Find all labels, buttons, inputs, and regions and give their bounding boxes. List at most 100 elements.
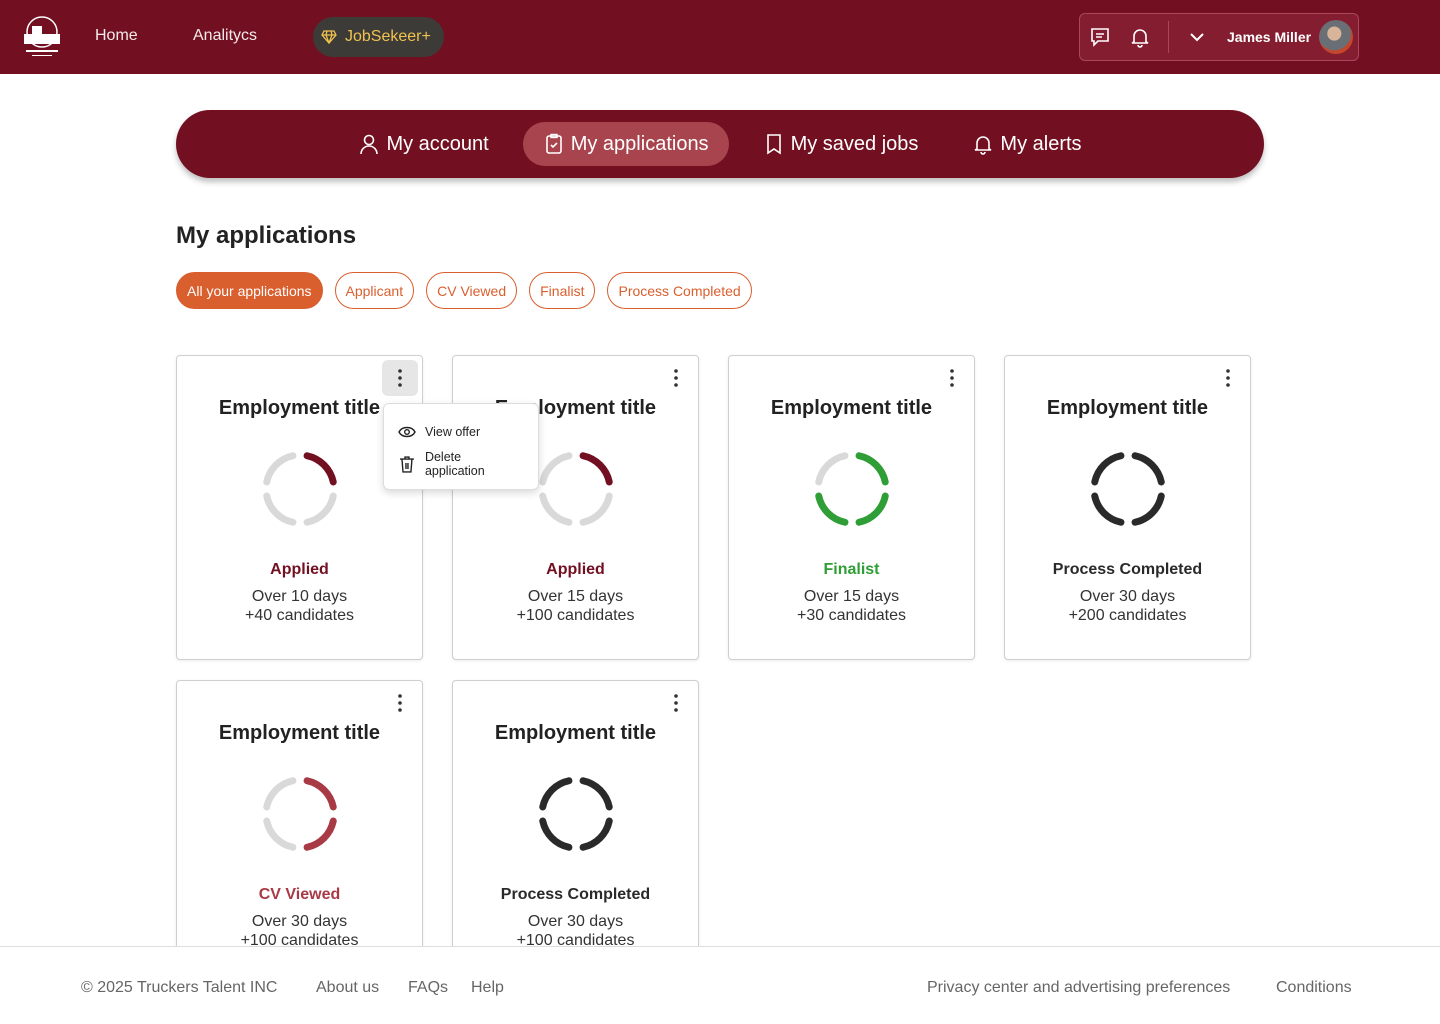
kebab-icon	[1226, 369, 1230, 387]
card-status: Process Completed	[1005, 561, 1250, 579]
page-title: My applications	[176, 222, 356, 250]
bell-icon[interactable]	[1120, 26, 1160, 48]
bell-icon	[972, 133, 994, 155]
progress-segment	[859, 456, 885, 482]
progress-segment	[819, 496, 845, 522]
card-status: CV Viewed	[177, 886, 422, 904]
more-options-button[interactable]	[658, 685, 694, 721]
application-card[interactable]: Employment title Finalist Over 15 days +…	[728, 355, 975, 660]
user-box: James Miller	[1079, 13, 1359, 61]
divider	[1168, 21, 1169, 53]
kebab-icon	[674, 369, 678, 387]
nav-analytics[interactable]: Analitycs	[193, 27, 257, 45]
progress-segment	[267, 456, 293, 482]
application-card[interactable]: Employment title Applied Over 10 days +4…	[176, 355, 423, 660]
footer-link-faqs[interactable]: FAQs	[408, 979, 448, 997]
more-options-button[interactable]	[658, 360, 694, 396]
card-candidates: +100 candidates	[453, 607, 698, 625]
user-name[interactable]: James Miller	[1227, 29, 1311, 45]
tab-label: My applications	[571, 133, 709, 156]
menu-view-offer[interactable]: View offer	[384, 416, 538, 448]
progress-segment	[307, 821, 333, 847]
progress-segment	[583, 456, 609, 482]
card-days: Over 15 days	[453, 588, 698, 606]
menu-label: Delete application	[425, 450, 524, 478]
menu-delete-application[interactable]: Delete application	[384, 448, 538, 480]
eye-icon	[398, 425, 416, 439]
application-card[interactable]: Employment title CV Viewed Over 30 days …	[176, 680, 423, 985]
progress-segment	[1095, 456, 1121, 482]
card-status: Applied	[177, 561, 422, 579]
progress-segment	[543, 781, 569, 807]
footer-link-conditions[interactable]: Conditions	[1276, 979, 1352, 997]
application-card[interactable]: Employment title Applied Over 15 days +1…	[452, 355, 699, 660]
card-candidates: +200 candidates	[1005, 607, 1250, 625]
trash-icon	[398, 455, 416, 473]
more-options-button[interactable]	[382, 685, 418, 721]
progress-segment	[819, 456, 845, 482]
progress-ring	[260, 449, 340, 529]
kebab-icon	[398, 694, 402, 712]
footer-link-help[interactable]: Help	[471, 979, 504, 997]
progress-segment	[583, 496, 609, 522]
filter-finalist[interactable]: Finalist	[529, 272, 595, 309]
application-card[interactable]: Employment title Process Completed Over …	[1004, 355, 1251, 660]
more-options-button[interactable]	[934, 360, 970, 396]
nav-home[interactable]: Home	[95, 27, 138, 45]
progress-segment	[543, 496, 569, 522]
filter-cv-viewed[interactable]: CV Viewed	[426, 272, 517, 309]
menu-label: View offer	[425, 425, 480, 439]
top-bar: Home Analitycs JobSekeer+ James Miller	[0, 0, 1440, 74]
progress-ring	[260, 774, 340, 854]
footer-link-privacy[interactable]: Privacy center and advertising preferenc…	[927, 979, 1230, 997]
filter-all[interactable]: All your applications	[176, 272, 323, 309]
more-options-button[interactable]	[382, 360, 418, 396]
tab-label: My account	[386, 133, 488, 156]
tab-label: My saved jobs	[791, 133, 919, 156]
premium-label: JobSekeer+	[345, 28, 431, 46]
progress-segment	[543, 456, 569, 482]
clipboard-check-icon	[543, 133, 565, 155]
filter-chips: All your applications Applicant CV Viewe…	[176, 272, 752, 309]
premium-button[interactable]: JobSekeer+	[313, 17, 444, 57]
footer: © 2025 Truckers Talent INC About us FAQs…	[0, 946, 1440, 1024]
progress-segment	[543, 821, 569, 847]
truckers-talent-logo[interactable]	[18, 14, 66, 60]
card-title: Employment title	[177, 722, 422, 745]
account-tabs: My account My applications My saved jobs…	[176, 110, 1264, 178]
card-context-menu: View offer Delete application	[383, 403, 539, 490]
tab-label: My alerts	[1000, 133, 1081, 156]
tab-my-saved-jobs[interactable]: My saved jobs	[743, 122, 939, 166]
progress-segment	[1135, 456, 1161, 482]
card-days: Over 30 days	[453, 913, 698, 931]
more-options-button[interactable]	[1210, 360, 1246, 396]
bookmark-icon	[763, 133, 785, 155]
tab-my-applications[interactable]: My applications	[523, 122, 729, 166]
card-title: Employment title	[729, 397, 974, 420]
progress-segment	[859, 496, 885, 522]
progress-ring	[536, 774, 616, 854]
progress-segment	[307, 781, 333, 807]
filter-process-completed[interactable]: Process Completed	[607, 272, 751, 309]
avatar[interactable]	[1319, 20, 1353, 54]
tab-my-account[interactable]: My account	[338, 122, 508, 166]
card-title: Employment title	[1005, 397, 1250, 420]
card-days: Over 30 days	[1005, 588, 1250, 606]
card-days: Over 10 days	[177, 588, 422, 606]
chat-icon[interactable]	[1080, 26, 1120, 48]
card-candidates: +30 candidates	[729, 607, 974, 625]
chevron-down-icon[interactable]	[1177, 28, 1217, 46]
filter-applicant[interactable]: Applicant	[335, 272, 415, 309]
progress-segment	[307, 456, 333, 482]
progress-ring	[536, 449, 616, 529]
card-status: Finalist	[729, 561, 974, 579]
kebab-icon	[398, 369, 402, 387]
tab-my-alerts[interactable]: My alerts	[952, 122, 1101, 166]
application-card[interactable]: Employment title Process Completed Over …	[452, 680, 699, 985]
footer-link-about[interactable]: About us	[316, 979, 379, 997]
card-status: Process Completed	[453, 886, 698, 904]
progress-segment	[583, 781, 609, 807]
kebab-icon	[950, 369, 954, 387]
progress-segment	[1135, 496, 1161, 522]
copyright: © 2025 Truckers Talent INC	[81, 979, 277, 997]
